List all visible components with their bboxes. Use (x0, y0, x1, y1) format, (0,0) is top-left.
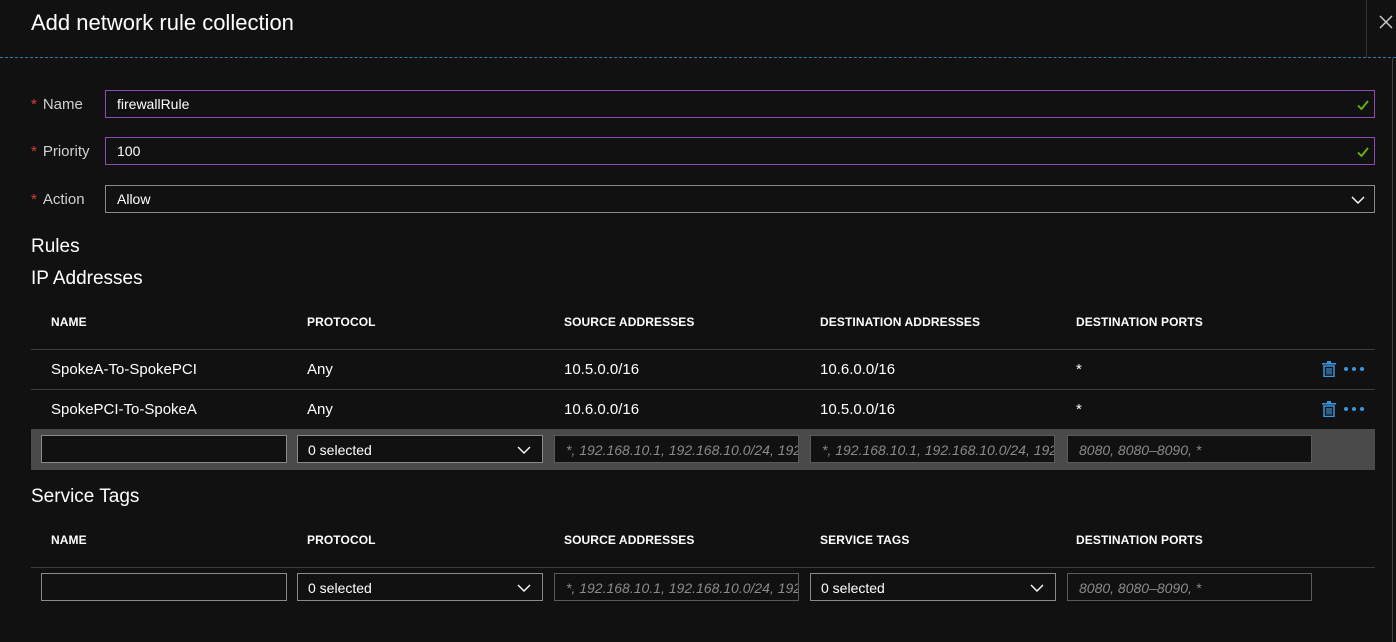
st-col-service-tags: SERVICE TAGS (820, 533, 910, 547)
ip-new-source-placeholder: *, 192.168.10.1, 192.168.10.0/24, 192.16… (566, 442, 799, 458)
st-new-ports-placeholder: 8080, 8080–8090, * (1079, 580, 1202, 596)
priority-input-value: 100 (117, 143, 141, 159)
header-divider (1366, 0, 1367, 58)
ip-new-destination-input[interactable]: *, 192.168.10.1, 192.168.10.0/24, 192.16… (810, 435, 1055, 463)
priority-input[interactable]: 100 (105, 137, 1375, 165)
row-source: 10.6.0.0/16 (564, 401, 640, 418)
action-select-value: Allow (117, 191, 151, 207)
delete-icon[interactable] (1322, 361, 1336, 377)
name-label: * Name (31, 96, 83, 113)
st-new-protocol-value: 0 selected (308, 580, 372, 596)
scrollbar-track[interactable] (1392, 58, 1393, 642)
st-new-source-input[interactable]: *, 192.168.10.1, 192.168.10.0/24, 192.16… (554, 573, 799, 601)
action-row: * Action Allow (31, 185, 1375, 213)
ip-new-protocol-select[interactable]: 0 selected (297, 435, 543, 463)
ip-new-destination-placeholder: *, 192.168.10.1, 192.168.10.0/24, 192.16… (822, 442, 1055, 458)
ip-addresses-heading: IP Addresses (31, 268, 143, 289)
table-divider (31, 567, 1375, 568)
ip-new-source-input[interactable]: *, 192.168.10.1, 192.168.10.0/24, 192.16… (554, 435, 799, 463)
close-icon (1379, 15, 1393, 29)
ip-new-ports-input[interactable]: 8080, 8080–8090, * (1067, 435, 1312, 463)
priority-row: * Priority 100 (31, 137, 1375, 165)
st-new-protocol-select[interactable]: 0 selected (297, 573, 543, 601)
row-protocol: Any (307, 401, 333, 418)
required-marker: * (31, 143, 37, 160)
priority-label: * Priority (31, 143, 90, 160)
row-source: 10.5.0.0/16 (564, 361, 640, 378)
chevron-down-icon (517, 584, 531, 592)
row-ports: * (1076, 401, 1082, 418)
ip-col-name: NAME (51, 315, 87, 329)
delete-icon[interactable] (1322, 401, 1336, 417)
st-col-protocol: PROTOCOL (307, 533, 376, 547)
valid-check-icon (1357, 147, 1369, 158)
ip-col-destination-addresses: DESTINATION ADDRESSES (820, 315, 981, 329)
row-name: SpokeA-To-SpokePCI (51, 361, 197, 378)
more-options-icon[interactable] (1343, 366, 1365, 372)
st-col-destination-ports: DESTINATION PORTS (1076, 533, 1203, 547)
st-new-service-tags-select[interactable]: 0 selected (810, 573, 1056, 601)
blade-title: Add network rule collection (31, 10, 294, 35)
blade-header: Add network rule collection (0, 0, 1396, 58)
st-new-name-input[interactable] (41, 573, 287, 601)
more-options-icon[interactable] (1343, 406, 1365, 412)
row-protocol: Any (307, 361, 333, 378)
chevron-down-icon (517, 446, 531, 454)
st-new-source-placeholder: *, 192.168.10.1, 192.168.10.0/24, 192.16… (566, 580, 799, 596)
close-button[interactable] (1376, 12, 1396, 32)
ip-col-destination-ports: DESTINATION PORTS (1076, 315, 1203, 329)
service-tags-heading: Service Tags (31, 486, 140, 507)
table-divider (31, 349, 1375, 350)
required-marker: * (31, 96, 37, 113)
action-label: * Action (31, 191, 85, 208)
required-marker: * (31, 191, 37, 208)
st-col-name: NAME (51, 533, 87, 547)
table-divider (31, 389, 1375, 390)
name-row: * Name firewallRule (31, 90, 1375, 118)
row-ports: * (1076, 361, 1082, 378)
st-col-source-addresses: SOURCE ADDRESSES (564, 533, 695, 547)
name-input-value: firewallRule (117, 96, 190, 112)
action-select[interactable]: Allow (105, 185, 1375, 213)
ip-col-source-addresses: SOURCE ADDRESSES (564, 315, 695, 329)
chevron-down-icon (1030, 584, 1044, 592)
st-new-service-tags-value: 0 selected (821, 580, 885, 596)
ip-new-ports-placeholder: 8080, 8080–8090, * (1079, 442, 1202, 458)
row-destination: 10.6.0.0/16 (820, 361, 896, 378)
ip-new-name-input[interactable] (41, 435, 287, 463)
row-destination: 10.5.0.0/16 (820, 401, 896, 418)
chevron-down-icon (1351, 196, 1365, 204)
name-input[interactable]: firewallRule (105, 90, 1375, 118)
st-new-ports-input[interactable]: 8080, 8080–8090, * (1067, 573, 1312, 601)
row-name: SpokePCI-To-SpokeA (51, 401, 197, 418)
valid-check-icon (1357, 100, 1369, 111)
ip-new-protocol-value: 0 selected (308, 442, 372, 458)
ip-col-protocol: PROTOCOL (307, 315, 376, 329)
rules-heading: Rules (31, 236, 80, 257)
